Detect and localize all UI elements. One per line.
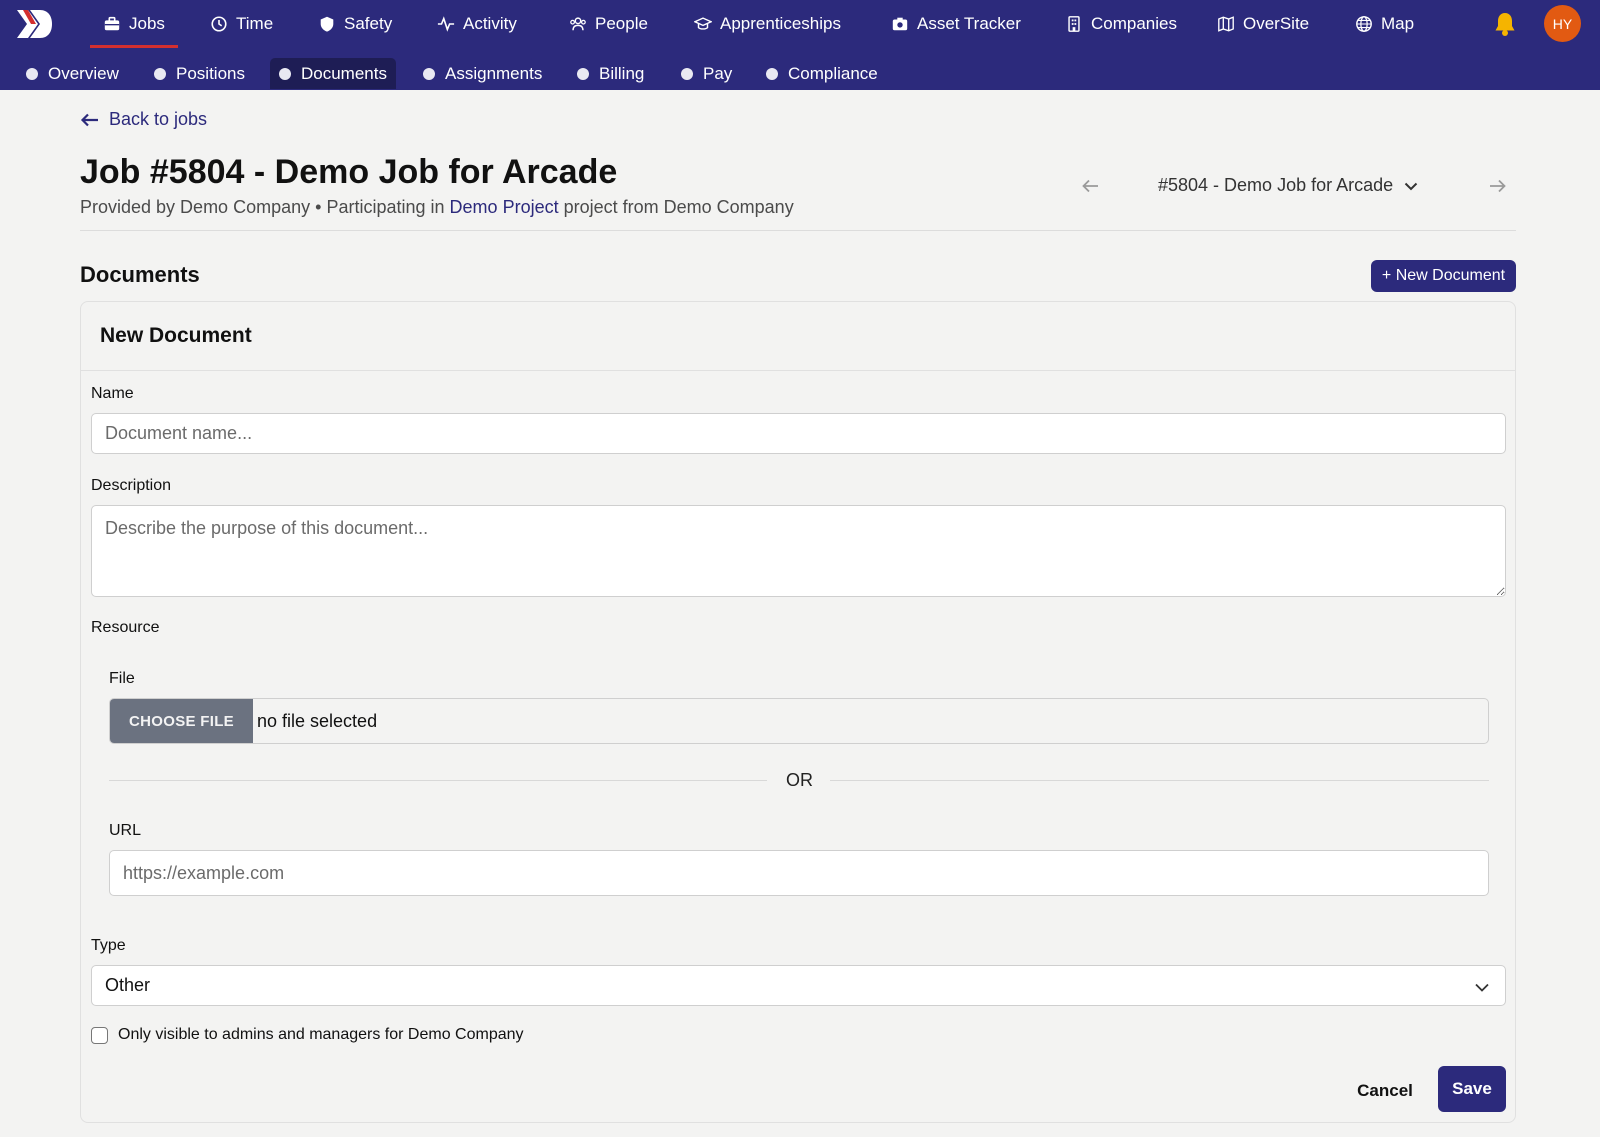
subnav-label: Positions (176, 63, 245, 83)
subnav-pay[interactable]: Pay (672, 58, 741, 89)
or-divider-right (830, 780, 1489, 781)
subnav-label: Overview (48, 63, 119, 83)
description-label: Description (91, 477, 172, 494)
file-label: File (109, 670, 135, 687)
globe-icon (1356, 16, 1372, 32)
subnav-label: Compliance (788, 63, 878, 83)
provided-by-text: Provided by Demo Company (80, 197, 311, 217)
subtitle-separator: • (315, 197, 322, 217)
nav-apprenticeships[interactable]: Apprenticeships (694, 0, 841, 48)
subnav-label: Billing (599, 63, 645, 83)
nav-label: Apprenticeships (720, 14, 841, 33)
nav-label: Activity (463, 14, 517, 33)
nav-oversite[interactable]: OverSite (1217, 0, 1309, 48)
nav-label: People (595, 14, 648, 33)
graduation-cap-icon (694, 17, 712, 30)
nav-label: Asset Tracker (917, 14, 1021, 33)
activity-icon (437, 16, 455, 32)
or-divider-left (109, 780, 767, 781)
card-header: New Document (81, 302, 1515, 371)
nav-map[interactable]: Map (1355, 0, 1414, 48)
card-title: New Document (100, 324, 252, 347)
page-subtitle: Provided by Demo Company • Participating… (80, 197, 794, 218)
dot-icon (279, 67, 291, 80)
avatar-initials: HY (1552, 15, 1573, 32)
nav-label: Map (1381, 14, 1415, 33)
section-title: Documents (80, 262, 200, 287)
project-from-text: project from Demo Company (563, 197, 794, 217)
project-link[interactable]: Demo Project (450, 197, 559, 217)
briefcase-icon (104, 16, 120, 31)
subnav-billing[interactable]: Billing (568, 58, 653, 89)
nav-label: Companies (1091, 14, 1177, 33)
subnav-overview[interactable]: Overview (17, 58, 128, 89)
next-job-arrow-icon[interactable] (1487, 176, 1507, 196)
subnav-label: Pay (703, 63, 733, 83)
job-selector[interactable]: #5804 - Demo Job for Arcade (1158, 175, 1419, 196)
file-status-text: no file selected (257, 710, 378, 731)
people-icon (570, 17, 586, 31)
subnav-positions[interactable]: Positions (145, 58, 254, 89)
nav-label: Time (236, 14, 274, 33)
dot-icon (423, 67, 435, 80)
nav-jobs[interactable]: Jobs (90, 0, 178, 48)
dot-icon (154, 67, 166, 80)
subnav-label: Assignments (445, 63, 543, 83)
header-divider (80, 230, 1516, 231)
building-icon (1068, 16, 1080, 32)
arrow-left-icon (80, 113, 98, 126)
subnav-documents[interactable]: Documents (270, 58, 396, 89)
clock-icon (211, 16, 227, 32)
previous-job-arrow-icon[interactable] (1081, 176, 1101, 196)
nav-people[interactable]: People (569, 0, 648, 48)
nav-activity[interactable]: Activity (437, 0, 517, 48)
description-textarea[interactable] (91, 505, 1506, 597)
nav-time[interactable]: Time (210, 0, 273, 48)
type-select[interactable]: Other (91, 965, 1506, 1006)
nav-label: Jobs (129, 14, 165, 33)
chevron-down-icon (1404, 182, 1418, 190)
url-label: URL (109, 822, 142, 839)
subnav-compliance[interactable]: Compliance (757, 58, 887, 89)
page-title: Job #5804 - Demo Job for Arcade (80, 153, 618, 191)
dot-icon (577, 67, 589, 80)
avatar[interactable]: HY (1544, 5, 1581, 42)
file-input[interactable]: CHOOSE FILE no file selected (109, 698, 1489, 744)
nav-label: Safety (344, 14, 393, 33)
back-to-jobs-link[interactable]: Back to jobs (80, 109, 207, 130)
participating-text: Participating in (326, 197, 445, 217)
map-fold-icon (1218, 16, 1234, 32)
subnav-assignments[interactable]: Assignments (414, 58, 551, 89)
subnav-label: Documents (301, 63, 387, 83)
nav-safety[interactable]: Safety (318, 0, 392, 48)
camera-icon (892, 17, 908, 31)
or-text: OR (786, 770, 813, 790)
save-button[interactable]: Save (1438, 1066, 1506, 1112)
back-label: Back to jobs (109, 109, 208, 129)
name-input[interactable] (91, 413, 1506, 454)
nav-label: OverSite (1243, 14, 1310, 33)
choose-file-button[interactable]: CHOOSE FILE (110, 699, 253, 743)
shield-icon (320, 16, 334, 32)
visibility-checkbox[interactable] (91, 1027, 108, 1044)
bell-icon[interactable] (1493, 11, 1517, 37)
type-select-value: Other (105, 975, 151, 995)
top-navbar: Jobs Time Safety Activity People Apprent… (0, 0, 1600, 90)
new-document-button[interactable]: + New Document (1371, 260, 1516, 292)
nav-asset-tracker[interactable]: Asset Tracker (891, 0, 1021, 48)
nav-companies[interactable]: Companies (1065, 0, 1177, 48)
resource-label: Resource (91, 619, 160, 636)
cancel-button[interactable]: Cancel (1350, 1076, 1420, 1106)
dot-icon (26, 67, 38, 80)
name-label: Name (91, 385, 134, 402)
visibility-label[interactable]: Only visible to admins and managers for … (118, 1026, 524, 1044)
url-input[interactable] (109, 850, 1489, 896)
type-label: Type (91, 937, 126, 954)
job-selector-value: #5804 - Demo Job for Arcade (1158, 175, 1394, 195)
dot-icon (681, 67, 693, 80)
chevron-down-icon (1475, 983, 1489, 992)
app-logo-icon[interactable] (14, 7, 54, 41)
dot-icon (766, 67, 778, 80)
